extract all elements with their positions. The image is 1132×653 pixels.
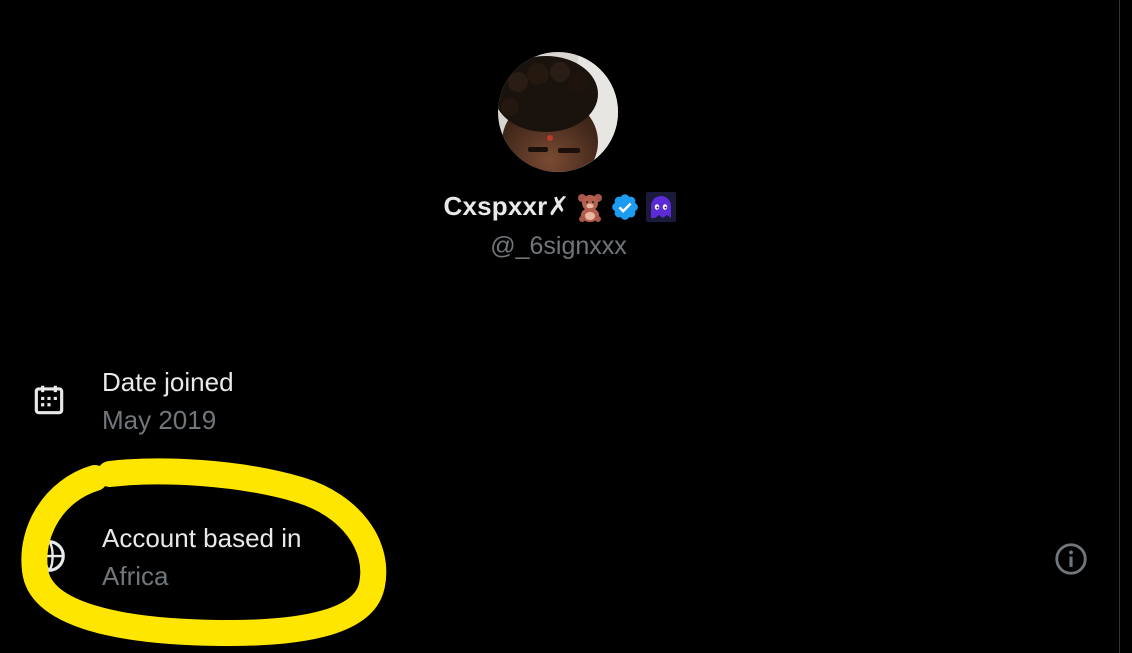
avatar-photo [498,52,618,172]
profile-handle: @_6signxxx [490,232,627,260]
account-location-row: Account based in Africa [0,518,1117,598]
display-name-row: Cxspxxr✗ [0,191,1117,222]
account-location-value: Africa [102,561,169,591]
display-name: Cxspxxr✗ [443,191,570,221]
calendar-icon [30,381,68,419]
date-joined-label: Date joined [102,367,234,397]
info-icon[interactable] [1052,540,1090,578]
profile-about-page: Cxspxxr✗ @_6signxxx Date joined May 2019… [0,0,1132,653]
account-location-label: Account based in [102,523,302,553]
purple-ghost-icon [645,191,676,222]
teddy-bear-icon [576,192,604,222]
date-joined-value: May 2019 [102,405,217,435]
avatar[interactable] [498,52,618,172]
date-joined-row: Date joined May 2019 [0,362,1117,442]
column-divider [1119,0,1120,653]
globe-icon [30,537,68,575]
verified-badge-icon[interactable] [610,192,640,222]
